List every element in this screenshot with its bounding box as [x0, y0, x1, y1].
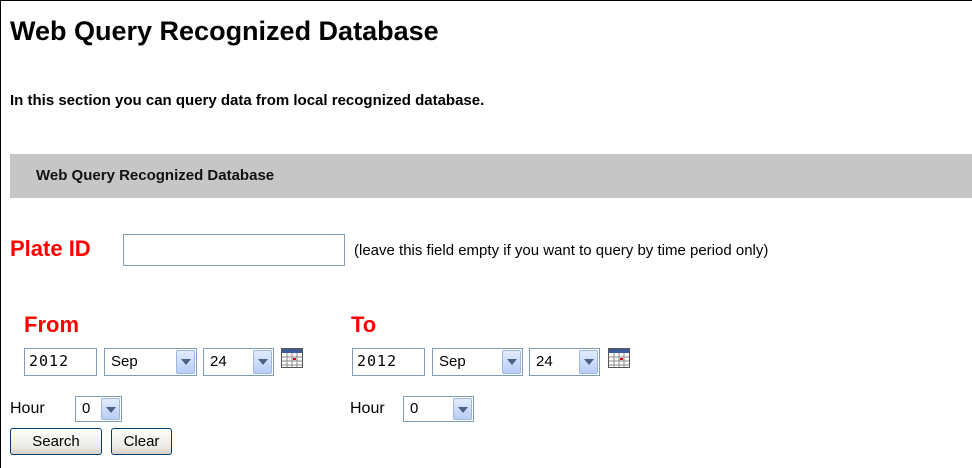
from-year-input[interactable]: 2012 [24, 348, 97, 376]
section-title: Web Query Recognized Database [36, 167, 275, 184]
intro-text: In this section you can query data from … [10, 92, 485, 109]
chevron-down-icon[interactable] [453, 398, 472, 420]
plate-id-hint: (leave this field empty if you want to q… [354, 242, 769, 259]
to-year-input[interactable]: 2012 [352, 348, 425, 376]
search-button[interactable]: Search [10, 428, 102, 455]
to-month-select[interactable]: Sep [432, 348, 523, 376]
chevron-down-icon[interactable] [101, 398, 120, 420]
to-hour-label: Hour [350, 400, 385, 417]
page-title: Web Query Recognized Database [10, 16, 439, 46]
chevron-down-icon[interactable] [502, 350, 521, 374]
clear-button[interactable]: Clear [111, 428, 172, 455]
section-header: Web Query Recognized Database [10, 154, 972, 198]
chevron-down-icon[interactable] [253, 350, 272, 374]
from-month-value: Sep [111, 353, 138, 370]
chevron-down-icon[interactable] [579, 350, 598, 374]
to-hour-select[interactable]: 0 [403, 396, 474, 422]
plate-id-label: Plate ID [10, 236, 91, 261]
from-month-select[interactable]: Sep [104, 348, 197, 376]
to-hour-value: 0 [410, 400, 419, 417]
from-label: From [24, 312, 79, 337]
from-hour-value: 0 [82, 400, 91, 417]
to-month-value: Sep [439, 353, 466, 370]
to-label: To [351, 312, 377, 337]
to-day-value: 24 [536, 353, 553, 370]
chevron-down-icon[interactable] [176, 350, 195, 374]
plate-id-input[interactable] [123, 234, 345, 266]
to-day-select[interactable]: 24 [529, 348, 600, 376]
from-hour-select[interactable]: 0 [75, 396, 122, 422]
from-hour-label: Hour [10, 400, 45, 417]
from-day-value: 24 [210, 353, 227, 370]
from-calendar-icon[interactable] [281, 348, 303, 368]
from-day-select[interactable]: 24 [203, 348, 274, 376]
to-calendar-icon[interactable] [608, 348, 630, 368]
